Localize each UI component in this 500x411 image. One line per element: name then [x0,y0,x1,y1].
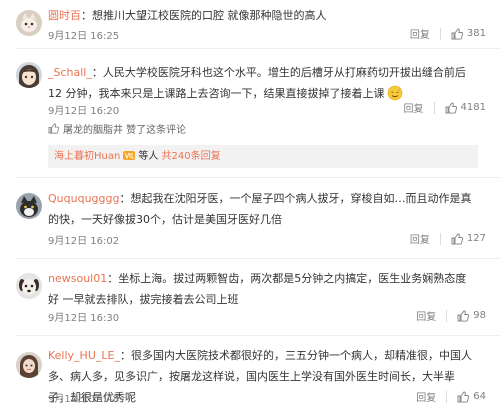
sweat-smile-emoji-icon [387,85,402,101]
comment-time: 9月12日 16:30 [48,313,120,324]
like-button[interactable]: 127 [451,233,486,245]
vip-badge-icon [123,151,136,160]
comment-time: 9月12日 15:48 [48,394,120,405]
comment-item: 圆时百：想推川大望江校医院的口腔 就像那种隐世的高人 9月12日 16:25 回… [0,0,500,45]
thumbs-up-icon [451,28,463,40]
comment-actions: 回复 127 [410,231,486,246]
reply-button[interactable]: 回复 [410,231,430,246]
comment-text: newsoul01：坐标上海。拔过两颗智齿，两次都是5分钟之内搞定，医生业务娴熟… [48,268,473,310]
comment-actions: 回复 64 [416,389,486,404]
like-count: 127 [466,233,486,244]
reply-button[interactable]: 回复 [410,26,430,41]
action-divider [439,27,441,40]
avatar-girl-icon[interactable] [16,352,42,378]
comment-divider [16,335,500,336]
comment-username[interactable]: Kelly_HU_LE_ [48,349,120,362]
like-count: 4181 [460,102,486,113]
comment-item: newsoul01：坐标上海。拔过两颗智齿，两次都是5分钟之内搞定，医生业务娴熟… [0,265,500,330]
thumbs-up-icon [457,310,470,322]
sub-reply-suffix: 等人 [138,151,159,162]
liked-by-text: 屠龙的胭脂井 赞了这条评论 [63,125,187,136]
comment-divider [16,258,500,259]
comment-divider [16,177,500,178]
comment-text: Quququgggg：想起我在沈阳牙医，一个屋子四个病人拔牙，穿梭自如…而且动作… [48,188,473,230]
like-button[interactable]: 381 [451,28,486,40]
comment-divider [16,48,500,49]
comment-body: ：想推川大望江校医院的口腔 就像那种隐世的高人 [81,9,327,22]
avatar-anime-icon[interactable] [16,62,42,88]
more-replies-link[interactable]: 共240条回复 [162,151,221,162]
comment-username[interactable]: Quququgggg [48,192,119,205]
like-button[interactable]: 64 [457,391,486,403]
sub-reply-username[interactable]: 海上暮初Huan [54,151,120,162]
comment-username[interactable]: _Schall_ [48,66,92,79]
like-count: 98 [473,310,486,321]
comment-time: 9月12日 16:20 [48,106,120,117]
comment-actions: 回复 98 [416,308,486,323]
thumbs-up-icon [457,391,470,403]
comment-username[interactable]: newsoul01 [48,272,107,285]
comment-time: 9月12日 16:25 [48,31,120,42]
comment-body: ：坐标上海。拔过两颗智齿，两次都是5分钟之内搞定，医生业务娴熟态度好 一早就去排… [48,272,467,306]
avatar-dog-icon[interactable] [16,273,42,299]
like-count: 381 [466,28,486,39]
comment-text: _Schall_：人民大学校医院牙科也这个水平。增生的后槽牙从打麻药切开拔出缝合… [48,62,473,104]
comment-body: ：人民大学校医院牙科也这个水平。增生的后槽牙从打麻药切开拔出缝合前后 12 分钟… [48,66,466,100]
avatar-cat-icon[interactable] [16,10,42,36]
sub-replies-box[interactable]: 海上暮初Huan 等人 共240条回复 [48,145,478,168]
reply-button[interactable]: 回复 [416,389,436,404]
action-divider [446,390,448,403]
comment-item: Quququgggg：想起我在沈阳牙医，一个屋子四个病人拔牙，穿梭自如…而且动作… [0,185,500,250]
thumbs-up-icon [445,102,457,114]
like-count: 64 [473,391,486,402]
like-button[interactable]: 4181 [445,102,486,114]
thumbs-up-icon [48,123,59,134]
comment-actions: 回复 4181 [404,100,486,115]
comment-actions: 回复 381 [410,26,486,41]
action-divider [439,232,441,245]
action-divider [446,309,448,322]
comment-time: 9月12日 16:02 [48,236,120,247]
comment-username[interactable]: 圆时百 [48,9,81,22]
reply-button[interactable]: 回复 [404,100,424,115]
avatar-cat-icon[interactable] [16,193,42,219]
comment-text: 圆时百：想推川大望江校医院的口腔 就像那种隐世的高人 [48,5,473,26]
comment-item: Kelly_HU_LE_：很多国内大医院技术都很好的，三五分钟一个病人，却精准很… [0,342,500,411]
thumbs-up-icon [451,233,463,245]
reply-button[interactable]: 回复 [416,308,436,323]
like-button[interactable]: 98 [457,310,486,322]
action-divider [433,101,435,114]
liked-by-line: 屠龙的胭脂井 赞了这条评论 [48,121,186,136]
